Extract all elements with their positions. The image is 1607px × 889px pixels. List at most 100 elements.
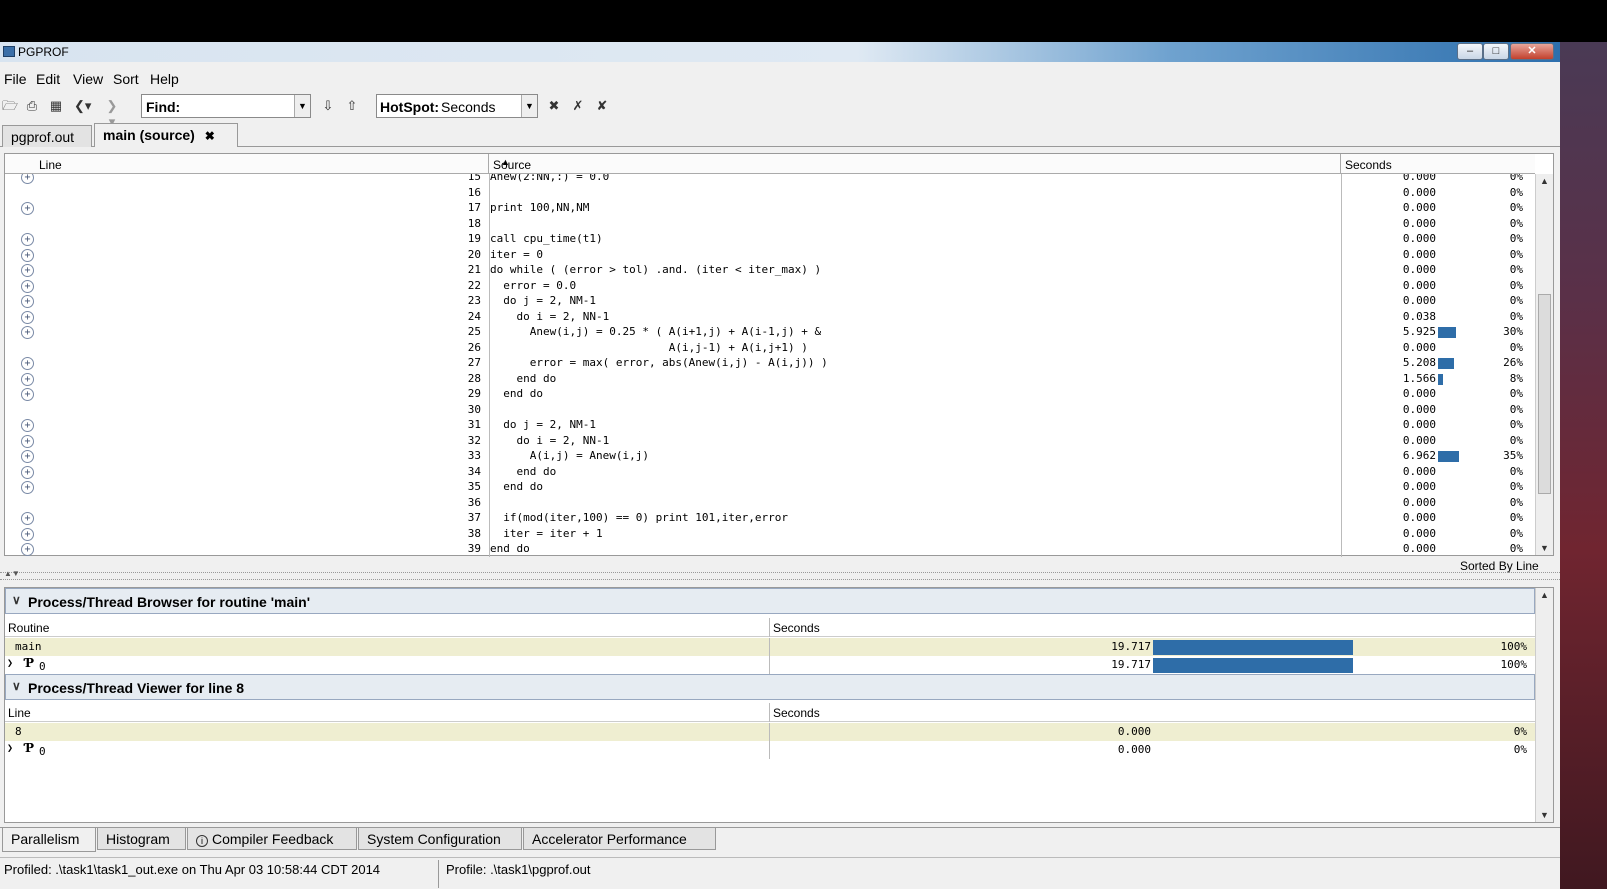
source-row[interactable]: +24 do i = 2, NN-1 0.038 0% <box>5 310 1535 326</box>
expand-plus-icon[interactable]: + <box>21 543 34 556</box>
chevron-down-icon[interactable]: ∨ <box>12 593 21 607</box>
source-row[interactable]: +39 end do 0.000 0% <box>5 542 1535 557</box>
scroll-up-icon[interactable]: ▲ <box>1538 174 1551 188</box>
expand-plus-icon[interactable]: + <box>21 372 34 386</box>
tab-histogram[interactable]: Histogram <box>97 828 186 850</box>
scroll-down-icon[interactable]: ▼ <box>1538 808 1551 822</box>
source-vertical-scrollbar[interactable]: ▲ ▼ <box>1535 174 1553 555</box>
column-header-seconds[interactable]: Seconds <box>1341 154 1535 174</box>
find-next-icon[interactable]: ⇩ <box>320 98 336 114</box>
open-folder-icon[interactable]: 🗁 <box>2 98 18 114</box>
expand-plus-icon[interactable]: + <box>21 388 34 401</box>
expand-plus-icon[interactable]: + <box>21 357 34 370</box>
expand-plus-icon[interactable]: + <box>21 248 34 262</box>
hotspot-next-icon[interactable]: ✘ <box>594 98 610 114</box>
tab-system-configuration[interactable]: System Configuration <box>358 828 522 850</box>
source-row[interactable]: +38 iter = iter + 1 0.000 0% <box>5 527 1535 543</box>
source-row[interactable]: 30 0.000 0% <box>5 403 1535 419</box>
source-row[interactable]: +20 iter = 0 0.000 0% <box>5 248 1535 264</box>
back-arrow-icon[interactable]: ❮▾ <box>74 98 91 114</box>
source-row[interactable]: +34 end do 0.000 0% <box>5 465 1535 481</box>
tab-parallelism[interactable]: Parallelism <box>2 828 96 852</box>
scroll-thumb[interactable] <box>1538 294 1551 494</box>
menu-view[interactable]: View <box>73 71 103 87</box>
browser-column-routine[interactable]: Routine <box>8 621 49 635</box>
expand-plus-icon[interactable]: + <box>21 512 34 525</box>
expand-plus-icon[interactable]: + <box>21 279 34 293</box>
expand-plus-icon[interactable]: + <box>21 465 34 479</box>
menu-sort[interactable]: Sort <box>113 71 139 87</box>
source-row[interactable]: +35 end do 0.000 0% <box>5 480 1535 496</box>
viewer-column-line[interactable]: Line <box>8 706 31 720</box>
minimize-button[interactable]: – <box>1457 43 1483 60</box>
print-icon[interactable]: ⎙ <box>24 98 40 114</box>
source-row[interactable]: +17 print 100,NN,NM 0.000 0% <box>5 201 1535 217</box>
source-row[interactable]: +15 Anew(2:NN,:) = 0.0 0.000 0% <box>5 174 1535 186</box>
scroll-down-icon[interactable]: ▼ <box>1538 541 1551 555</box>
source-row[interactable]: +19 call cpu_time(t1) 0.000 0% <box>5 232 1535 248</box>
source-row[interactable]: +33 A(i,j) = Anew(i,j) 6.962 35% <box>5 449 1535 465</box>
hotspot-clear-icon[interactable]: ✖ <box>546 98 562 114</box>
expand-chevron-icon[interactable]: ❯ <box>7 658 13 669</box>
expand-plus-icon[interactable]: + <box>21 310 34 324</box>
browser-row[interactable]: ❯ Ƥ 0 19.717 100% <box>5 656 1535 674</box>
tab-compiler-feedback[interactable]: i Compiler Feedback <box>187 828 357 850</box>
source-row[interactable]: +31 do j = 2, NM-1 0.000 0% <box>5 418 1535 434</box>
column-header-source[interactable]: Source <box>489 154 1341 174</box>
hotspot-dropdown-arrow-icon[interactable]: ▼ <box>521 95 537 117</box>
close-window-button[interactable]: ✕ <box>1510 43 1554 60</box>
scroll-up-icon[interactable]: ▲ <box>1538 588 1551 602</box>
forward-arrow-icon[interactable]: ❯▾ <box>104 98 120 129</box>
source-row[interactable]: +23 do j = 2, NM-1 0.000 0% <box>5 294 1535 310</box>
expand-plus-icon[interactable]: + <box>21 326 34 339</box>
expand-chevron-icon[interactable]: ❯ <box>7 743 13 754</box>
tab-accelerator-performance[interactable]: Accelerator Performance <box>523 828 716 850</box>
viewer-row[interactable]: 8 0.000 0% <box>5 723 1535 741</box>
splitter-arrows-icon[interactable]: ▲▼ <box>4 569 20 578</box>
expand-plus-icon[interactable]: + <box>21 419 34 432</box>
lower-vertical-scrollbar[interactable]: ▲ ▼ <box>1535 588 1553 822</box>
hotspot-select[interactable]: HotSpot: Seconds ▼ <box>376 94 538 118</box>
find-dropdown-arrow-icon[interactable]: ▼ <box>294 95 310 117</box>
viewer-section-title[interactable]: ∨ Process/Thread Viewer for line 8 <box>5 674 1535 700</box>
column-header-line[interactable]: Line ▲ <box>35 154 510 174</box>
source-row[interactable]: +27 error = max( error, abs(Anew(i,j) - … <box>5 356 1535 372</box>
source-row[interactable]: +29 end do 0.000 0% <box>5 387 1535 403</box>
expand-plus-icon[interactable]: + <box>21 434 34 448</box>
find-combo[interactable]: Find: ▼ <box>141 94 311 118</box>
expand-plus-icon[interactable]: + <box>21 295 34 308</box>
source-row[interactable]: 18 0.000 0% <box>5 217 1535 233</box>
maximize-button[interactable]: □ <box>1483 43 1509 60</box>
tab-close-icon[interactable]: ✖ <box>205 129 215 143</box>
source-row[interactable]: +21 do while ( (error > tol) .and. (iter … <box>5 263 1535 279</box>
menu-file[interactable]: File <box>4 71 27 87</box>
menu-help[interactable]: Help <box>150 71 179 87</box>
pane-splitter[interactable]: ▲▼ <box>0 569 1560 580</box>
menu-edit[interactable]: Edit <box>36 71 60 87</box>
tab-main-source[interactable]: main (source) ✖ <box>94 123 238 147</box>
browser-section-title[interactable]: ∨ Process/Thread Browser for routine 'ma… <box>5 588 1535 614</box>
expand-plus-icon[interactable]: + <box>21 527 34 541</box>
source-row[interactable]: 16 0.000 0% <box>5 186 1535 202</box>
browser-row[interactable]: main 19.717 100% <box>5 638 1535 656</box>
source-row[interactable]: +37 if(mod(iter,100) == 0) print 101,ite… <box>5 511 1535 527</box>
viewer-column-seconds[interactable]: Seconds <box>773 706 820 720</box>
source-row[interactable]: +22 error = 0.0 0.000 0% <box>5 279 1535 295</box>
source-row[interactable]: +25 Anew(i,j) = 0.25 * ( A(i+1,j) + A(i-… <box>5 325 1535 341</box>
tab-pgprof-out[interactable]: pgprof.out <box>2 125 92 147</box>
expand-plus-icon[interactable]: + <box>21 174 34 184</box>
source-row[interactable]: 36 0.000 0% <box>5 496 1535 512</box>
browser-column-seconds[interactable]: Seconds <box>773 621 820 635</box>
title-bar[interactable]: PGPROF – □ ✕ <box>0 42 1560 62</box>
expand-plus-icon[interactable]: + <box>21 481 34 494</box>
find-input[interactable] <box>182 97 292 115</box>
source-row[interactable]: 26 A(i,j-1) + A(i,j+1) ) 0.000 0% <box>5 341 1535 357</box>
chevron-down-icon[interactable]: ∨ <box>12 679 21 693</box>
hotspot-previous-icon[interactable]: ✗ <box>570 98 586 114</box>
expand-plus-icon[interactable]: + <box>21 450 34 463</box>
find-previous-icon[interactable]: ⇧ <box>344 98 360 114</box>
expand-plus-icon[interactable]: + <box>21 233 34 246</box>
expand-plus-icon[interactable]: + <box>21 264 34 277</box>
viewer-row[interactable]: ❯ Ƥ 0 0.000 0% <box>5 741 1535 759</box>
expand-plus-icon[interactable]: + <box>21 202 34 215</box>
